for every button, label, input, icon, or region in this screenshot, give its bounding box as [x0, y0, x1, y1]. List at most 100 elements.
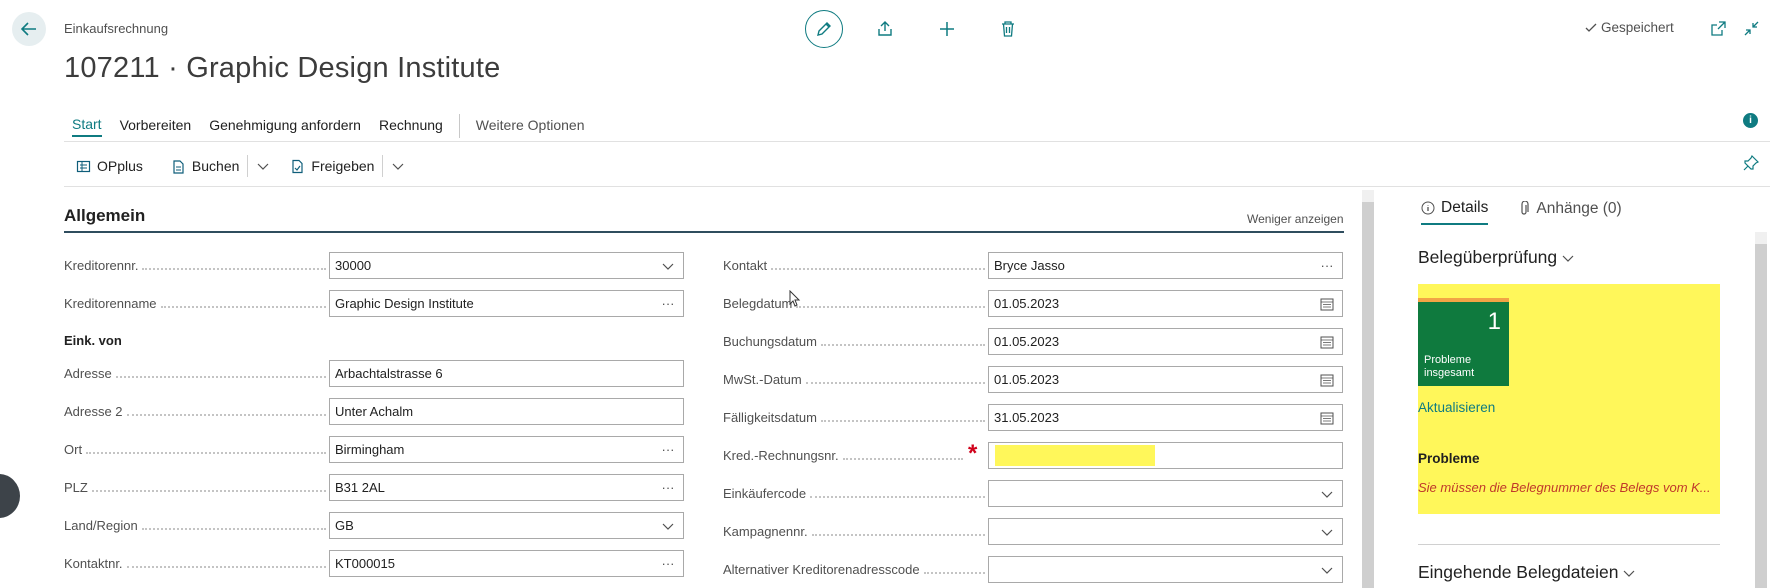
contact-field[interactable]: Bryce Jasso ··· — [988, 252, 1343, 279]
chevron-down-icon — [1562, 255, 1574, 262]
share-icon — [878, 21, 892, 36]
address-field[interactable]: Arbachtalstrasse 6 — [329, 360, 684, 387]
chevron-down-icon[interactable] — [1312, 519, 1342, 544]
calendar-icon[interactable] — [1312, 405, 1342, 430]
scroll-up-arrow-icon[interactable] — [1362, 190, 1374, 202]
factbox-scrollbar[interactable] — [1755, 236, 1767, 588]
country-label: Land/Region — [64, 518, 326, 533]
mouse-cursor-icon — [789, 290, 801, 307]
problems-title: Probleme — [1418, 451, 1480, 466]
chevron-down-icon — [1624, 570, 1635, 577]
calendar-icon[interactable] — [1312, 367, 1342, 392]
address2-field[interactable]: Unter Achalm — [329, 398, 684, 425]
toolbar-separator — [247, 155, 249, 177]
tab-attachments[interactable]: Anhänge (0) — [1518, 199, 1622, 225]
new-button[interactable] — [934, 16, 960, 42]
check-icon — [1585, 23, 1597, 32]
pin-button[interactable] — [1743, 154, 1760, 176]
calendar-icon[interactable] — [1312, 329, 1342, 354]
city-field[interactable]: Birmingham ··· — [329, 436, 684, 463]
ellipsis-icon[interactable]: ··· — [1312, 253, 1342, 278]
info-icon[interactable]: i — [1743, 113, 1758, 128]
divider — [64, 141, 1770, 142]
address-label: Adresse — [64, 366, 326, 381]
vendor-no-field[interactable]: 30000 — [329, 252, 684, 279]
release-button[interactable]: Freigeben — [290, 158, 374, 174]
opplus-button[interactable]: OPplus — [76, 158, 143, 174]
vendor-invoice-field[interactable] — [988, 442, 1343, 469]
ellipsis-icon[interactable]: ··· — [653, 291, 683, 316]
chevron-down-icon[interactable] — [1312, 557, 1342, 582]
tile-label: Probleme insgesamt — [1424, 354, 1475, 379]
pin-icon — [1743, 154, 1760, 171]
edit-button[interactable] — [805, 10, 843, 48]
paperclip-icon — [1521, 201, 1529, 215]
back-arrow-icon — [20, 22, 36, 36]
saved-label: Gespeichert — [1601, 20, 1674, 35]
chevron-down-icon[interactable] — [653, 253, 683, 278]
posting-date-field[interactable]: 01.05.2023 — [988, 328, 1343, 355]
open-new-window-button[interactable] — [1710, 20, 1727, 42]
collapse-button[interactable] — [1743, 20, 1760, 42]
tab-prepare[interactable]: Vorbereiten — [120, 117, 192, 136]
delete-button[interactable] — [995, 16, 1021, 42]
tab-request-approval[interactable]: Genehmigung anfordern — [209, 117, 361, 136]
side-panel-handle[interactable] — [0, 474, 20, 518]
vendor-invoice-label: Kred.-Rechnungsnr. — [723, 448, 963, 463]
contact-no-label: Kontaktnr. — [64, 556, 326, 571]
problem-message[interactable]: Sie müssen die Belegnummer des Belegs vo… — [1418, 480, 1716, 495]
release-document-icon — [292, 159, 304, 173]
post-label: Buchen — [191, 158, 240, 174]
post-button[interactable]: Buchen — [171, 158, 239, 174]
info-circle-icon — [1421, 201, 1435, 215]
share-button[interactable] — [872, 16, 898, 42]
collapse-icon — [1744, 21, 1759, 36]
action-bar: Start Vorbereiten Genehmigung anfordern … — [72, 114, 603, 138]
purchaser-field[interactable] — [988, 480, 1343, 507]
opplus-label: OPplus — [97, 158, 143, 174]
chevron-down-icon[interactable] — [653, 513, 683, 538]
vat-date-field[interactable]: 01.05.2023 — [988, 366, 1343, 393]
contact-label: Kontakt — [723, 258, 985, 273]
campaign-field[interactable] — [988, 518, 1343, 545]
incoming-docs-heading[interactable]: Eingehende Belegdateien — [1418, 562, 1636, 583]
document-date-label: Belegdatum — [723, 296, 985, 311]
plus-icon — [940, 22, 954, 36]
document-date-field[interactable]: 01.05.2023 — [988, 290, 1343, 317]
doc-check-heading[interactable]: Belegüberprüfung — [1418, 247, 1575, 268]
chevron-down-icon[interactable] — [256, 159, 270, 173]
due-date-field[interactable]: 31.05.2023 — [988, 404, 1343, 431]
ellipsis-icon[interactable]: ··· — [653, 437, 683, 462]
tab-details[interactable]: Details — [1421, 199, 1489, 225]
contact-no-field[interactable]: KT000015 ··· — [329, 550, 684, 577]
chevron-down-icon[interactable] — [1312, 481, 1342, 506]
edit-pencil-icon — [817, 22, 831, 36]
tab-invoice[interactable]: Rechnung — [379, 117, 443, 136]
posting-date-label: Buchungsdatum — [723, 334, 985, 349]
ellipsis-icon[interactable]: ··· — [653, 551, 683, 576]
address2-label: Adresse 2 — [64, 404, 326, 419]
tile-count: 1 — [1487, 308, 1501, 335]
postcode-label: PLZ — [64, 480, 326, 495]
postcode-field[interactable]: B31 2AL ··· — [329, 474, 684, 501]
back-button[interactable] — [12, 12, 46, 46]
vendor-name-field[interactable]: Graphic Design Institute ··· — [329, 290, 684, 317]
refresh-link[interactable]: Aktualisieren — [1418, 400, 1495, 415]
tab-start[interactable]: Start — [72, 116, 102, 137]
alt-address-field[interactable] — [988, 556, 1343, 583]
scroll-up-arrow-icon[interactable] — [1755, 232, 1767, 244]
action-separator — [458, 114, 460, 138]
problems-tile[interactable]: 1 Probleme insgesamt — [1418, 298, 1509, 386]
open-new-window-icon — [1711, 21, 1726, 36]
campaign-label: Kampagnennr. — [723, 524, 985, 539]
calendar-icon[interactable] — [1312, 291, 1342, 316]
chevron-down-icon[interactable] — [391, 159, 405, 173]
alt-address-label: Alternativer Kreditorenadresscode — [723, 562, 985, 577]
tab-more-options[interactable]: Weitere Optionen — [476, 117, 585, 136]
main-scrollbar[interactable] — [1362, 190, 1374, 588]
country-field[interactable]: GB — [329, 512, 684, 539]
ellipsis-icon[interactable]: ··· — [653, 475, 683, 500]
vendor-name-label: Kreditorenname — [64, 296, 326, 311]
due-date-label: Fälligkeitsdatum — [723, 410, 985, 425]
show-less-link[interactable]: Weniger anzeigen — [1247, 212, 1344, 226]
